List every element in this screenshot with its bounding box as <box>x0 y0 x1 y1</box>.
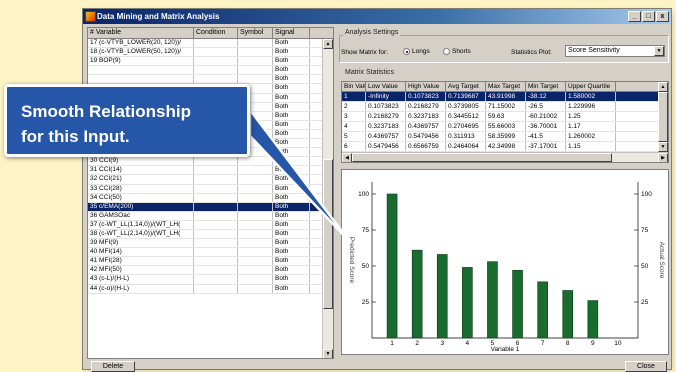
callout-text: Smooth Relationship for this Input. <box>21 99 241 149</box>
callout-pointer <box>248 108 352 244</box>
callout-line-1: Smooth Relationship <box>21 102 191 121</box>
callout-line-2: for this Input. <box>21 127 130 146</box>
annotation-callout: Smooth Relationship for this Input. <box>4 84 250 157</box>
callout-arrow <box>248 108 352 244</box>
